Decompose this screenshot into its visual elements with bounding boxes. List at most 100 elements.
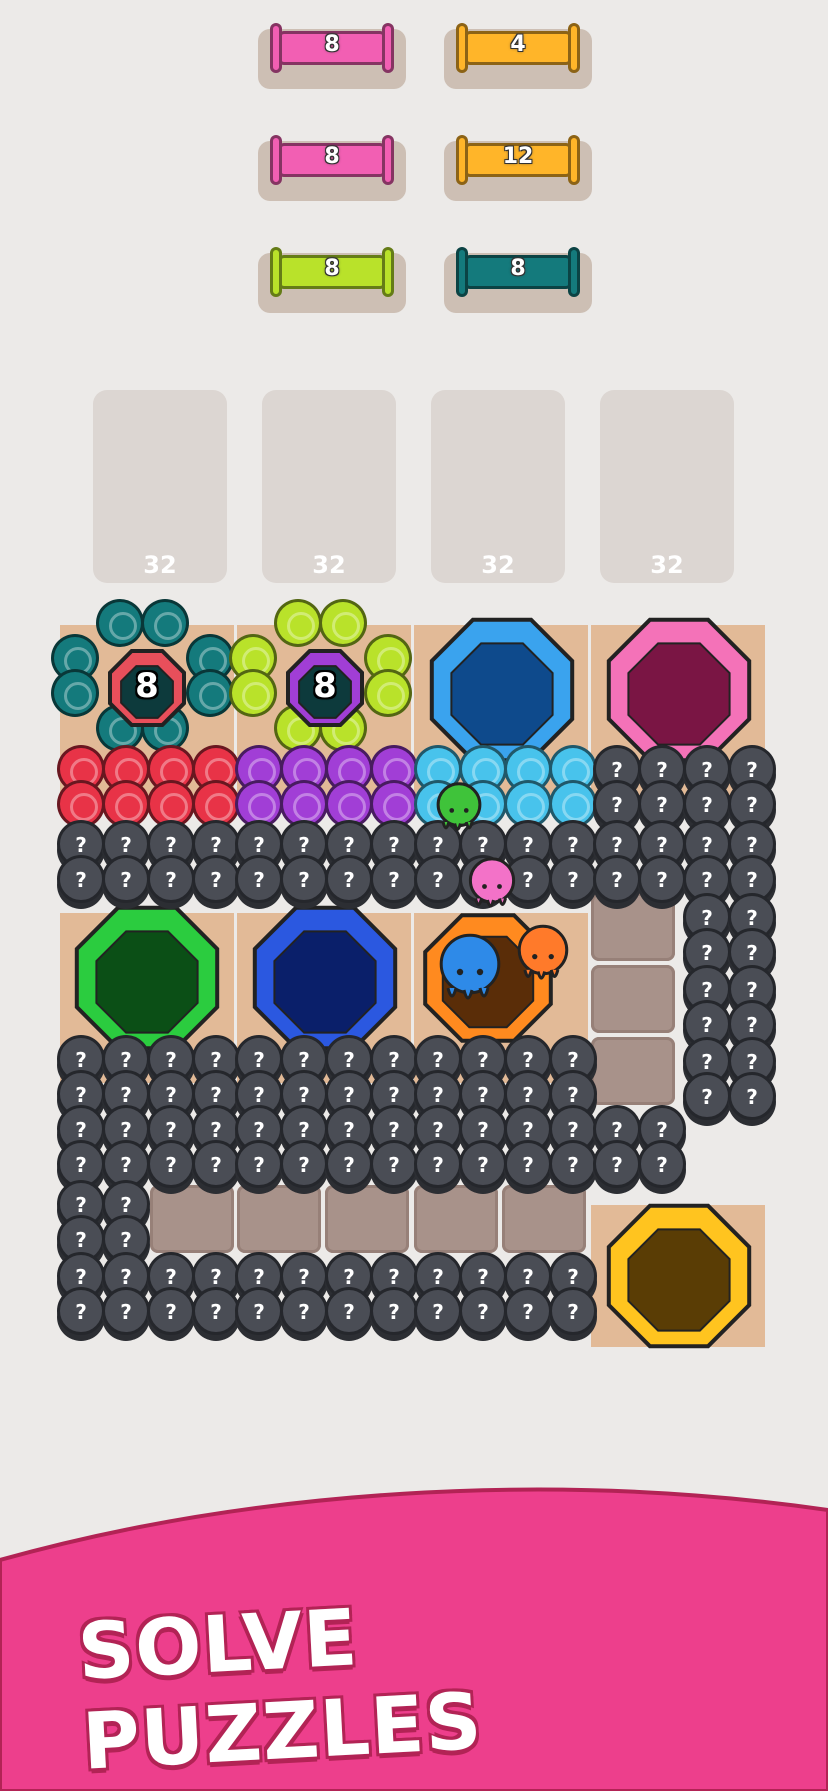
mystery-coil[interactable]: ? bbox=[57, 1287, 105, 1335]
mystery-coil[interactable]: ? bbox=[414, 855, 462, 903]
hole-green[interactable] bbox=[67, 898, 227, 1058]
mystery-mark: ? bbox=[522, 1048, 534, 1072]
mystery-mark: ? bbox=[253, 1048, 265, 1072]
mystery-coil[interactable]: ? bbox=[147, 1287, 195, 1335]
mystery-mark: ? bbox=[567, 1300, 579, 1324]
mystery-mark: ? bbox=[343, 1300, 355, 1324]
mystery-coil[interactable]: ? bbox=[280, 1140, 328, 1188]
mystery-mark: ? bbox=[522, 833, 534, 857]
mystery-mark: ? bbox=[701, 978, 713, 1002]
holding-slot[interactable]: 32 bbox=[600, 390, 734, 583]
mystery-coil[interactable]: ? bbox=[728, 1072, 776, 1120]
mystery-mark: ? bbox=[746, 941, 758, 965]
yarn-coil[interactable] bbox=[186, 669, 234, 717]
mystery-coil[interactable]: ? bbox=[370, 855, 418, 903]
mystery-mark: ? bbox=[656, 1118, 668, 1142]
mystery-coil[interactable]: ? bbox=[414, 1140, 462, 1188]
mystery-coil[interactable]: ? bbox=[192, 1287, 240, 1335]
mystery-coil[interactable]: ? bbox=[235, 1140, 283, 1188]
mystery-coil[interactable]: ? bbox=[325, 855, 373, 903]
mystery-mark: ? bbox=[388, 1118, 400, 1142]
yarn-coil[interactable] bbox=[274, 599, 322, 647]
mystery-mark: ? bbox=[210, 868, 222, 892]
mystery-coil[interactable]: ? bbox=[549, 855, 597, 903]
mystery-mark: ? bbox=[477, 1118, 489, 1142]
mystery-coil[interactable]: ? bbox=[549, 1287, 597, 1335]
mystery-mark: ? bbox=[701, 1050, 713, 1074]
mystery-coil[interactable]: ? bbox=[593, 855, 641, 903]
slot-capacity: 32 bbox=[650, 551, 684, 579]
holding-slot[interactable]: 32 bbox=[262, 390, 396, 583]
mystery-mark: ? bbox=[165, 868, 177, 892]
mystery-mark: ? bbox=[253, 1265, 265, 1289]
mystery-coil[interactable]: ? bbox=[459, 1140, 507, 1188]
spool-slot: 12 bbox=[444, 135, 592, 201]
yarn-coil[interactable] bbox=[229, 669, 277, 717]
mystery-coil[interactable]: ? bbox=[325, 1287, 373, 1335]
mystery-mark: ? bbox=[746, 758, 758, 782]
yarn-coil[interactable] bbox=[319, 599, 367, 647]
hole-royal-blue[interactable] bbox=[245, 898, 405, 1058]
mystery-coil[interactable]: ? bbox=[280, 1287, 328, 1335]
mystery-coil[interactable]: ? bbox=[370, 1140, 418, 1188]
slot-capacity: 32 bbox=[312, 551, 346, 579]
mystery-coil[interactable]: ? bbox=[683, 1072, 731, 1120]
stone-block bbox=[414, 1185, 498, 1253]
mystery-mark: ? bbox=[120, 833, 132, 857]
mystery-mark: ? bbox=[165, 1048, 177, 1072]
mystery-mark: ? bbox=[298, 1300, 310, 1324]
mystery-mark: ? bbox=[75, 1300, 87, 1324]
yarn-creature[interactable] bbox=[462, 855, 522, 915]
stone-block bbox=[150, 1185, 234, 1253]
mystery-coil[interactable]: ? bbox=[504, 1287, 552, 1335]
mystery-coil[interactable]: ? bbox=[147, 1140, 195, 1188]
mystery-mark: ? bbox=[75, 1265, 87, 1289]
mystery-mark: ? bbox=[388, 1265, 400, 1289]
mystery-coil[interactable]: ? bbox=[593, 1140, 641, 1188]
spool-count: 12 bbox=[502, 144, 534, 169]
mystery-mark: ? bbox=[343, 1083, 355, 1107]
mystery-coil[interactable]: ? bbox=[102, 1287, 150, 1335]
mystery-coil[interactable]: ? bbox=[57, 855, 105, 903]
yarn-creature[interactable] bbox=[430, 930, 510, 1010]
yarn-coil[interactable] bbox=[364, 669, 412, 717]
holding-slot[interactable]: 32 bbox=[431, 390, 565, 583]
mystery-mark: ? bbox=[567, 1265, 579, 1289]
mystery-mark: ? bbox=[477, 1265, 489, 1289]
mystery-coil[interactable]: ? bbox=[414, 1287, 462, 1335]
mystery-coil[interactable]: ? bbox=[235, 1287, 283, 1335]
mystery-coil[interactable]: ? bbox=[638, 1140, 686, 1188]
mystery-coil[interactable]: ? bbox=[235, 855, 283, 903]
holding-slot[interactable]: 32 bbox=[93, 390, 227, 583]
mystery-mark: ? bbox=[298, 1118, 310, 1142]
mystery-coil[interactable]: ? bbox=[280, 855, 328, 903]
mystery-coil[interactable]: ? bbox=[147, 855, 195, 903]
mystery-coil[interactable]: ? bbox=[504, 1140, 552, 1188]
mystery-coil[interactable]: ? bbox=[325, 1140, 373, 1188]
yarn-coil[interactable] bbox=[96, 599, 144, 647]
mystery-mark: ? bbox=[611, 1153, 623, 1177]
mystery-mark: ? bbox=[701, 941, 713, 965]
mystery-coil[interactable]: ? bbox=[102, 855, 150, 903]
mystery-mark: ? bbox=[343, 1265, 355, 1289]
yarn-creature[interactable] bbox=[430, 780, 488, 838]
mystery-mark: ? bbox=[253, 1118, 265, 1142]
mystery-coil[interactable]: ? bbox=[192, 855, 240, 903]
mystery-coil[interactable]: ? bbox=[638, 855, 686, 903]
yarn-coil[interactable] bbox=[141, 599, 189, 647]
mystery-coil[interactable]: ? bbox=[459, 1287, 507, 1335]
mystery-mark: ? bbox=[746, 1050, 758, 1074]
mystery-mark: ? bbox=[746, 1085, 758, 1109]
yarn-coil[interactable] bbox=[51, 669, 99, 717]
mystery-mark: ? bbox=[701, 1085, 713, 1109]
mystery-coil[interactable]: ? bbox=[370, 1287, 418, 1335]
hole-yellow[interactable] bbox=[599, 1196, 759, 1356]
mystery-coil[interactable]: ? bbox=[192, 1140, 240, 1188]
yarn-creature[interactable] bbox=[510, 922, 576, 988]
mystery-mark: ? bbox=[120, 1118, 132, 1142]
mystery-coil[interactable]: ? bbox=[549, 1140, 597, 1188]
spool-slot: 4 bbox=[444, 23, 592, 89]
spool: 4 bbox=[456, 23, 580, 73]
spool: 12 bbox=[456, 135, 580, 185]
mystery-mark: ? bbox=[343, 1048, 355, 1072]
